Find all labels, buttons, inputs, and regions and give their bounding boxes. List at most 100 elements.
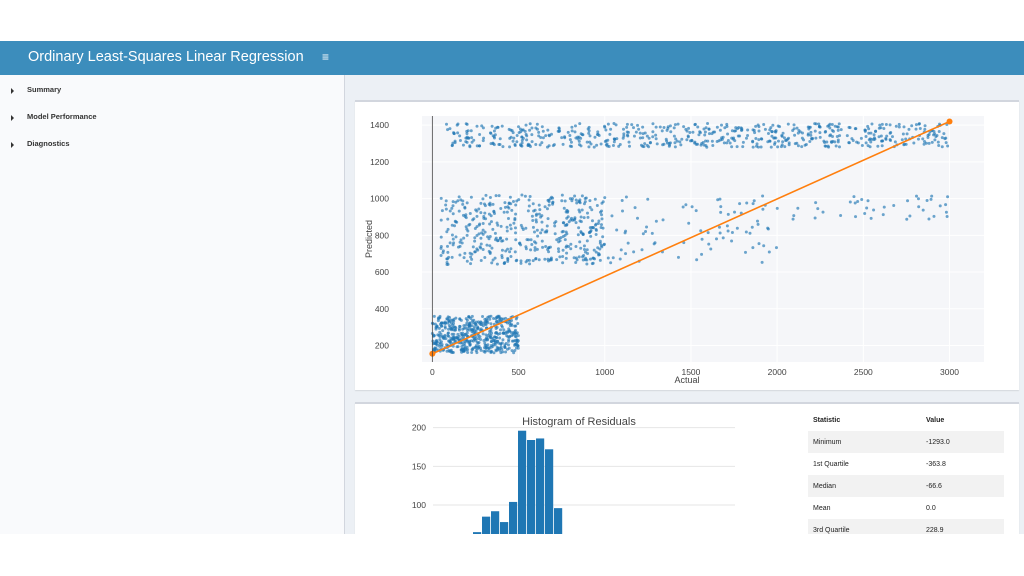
residuals-histogram[interactable]: Histogram of Residuals 100 150 200	[355, 404, 795, 534]
data-point	[933, 138, 937, 142]
data-point	[691, 130, 695, 134]
data-point	[460, 344, 464, 348]
data-point	[643, 142, 647, 146]
data-point	[930, 194, 934, 198]
data-point	[574, 221, 578, 225]
data-point	[869, 140, 873, 144]
caret-right-icon	[11, 115, 14, 121]
histogram-bar	[482, 516, 491, 534]
y-tick-label: 1200	[370, 157, 389, 167]
data-point	[830, 135, 834, 139]
data-point	[835, 135, 839, 139]
data-point	[498, 336, 502, 340]
data-point	[474, 330, 478, 334]
data-point	[553, 232, 557, 236]
data-point	[814, 122, 818, 126]
data-point	[455, 220, 459, 224]
data-point	[662, 126, 666, 130]
sidebar-item-diagnostics[interactable]: Diagnostics	[0, 137, 344, 159]
data-point	[836, 125, 840, 129]
sidebar-item-model-performance[interactable]: Model Performance	[0, 110, 344, 132]
data-point	[448, 339, 452, 343]
data-point	[872, 133, 876, 137]
data-point	[905, 217, 909, 221]
actual-vs-predicted-chart[interactable]: 2004006008001000120014000 500 1000 1500 2000…	[355, 102, 1019, 390]
data-point	[440, 209, 444, 213]
data-point	[923, 124, 927, 128]
data-point	[568, 133, 572, 137]
data-point	[462, 326, 466, 330]
data-point	[594, 228, 598, 232]
data-point	[700, 141, 704, 145]
data-point	[495, 262, 499, 266]
x-tick-label: 1000	[595, 367, 614, 377]
app-window: Ordinary Least-Squares Linear Regression…	[0, 41, 1024, 534]
data-point	[725, 124, 729, 128]
data-point	[568, 197, 572, 201]
data-point	[582, 248, 586, 252]
data-point	[438, 322, 442, 326]
data-point	[604, 139, 608, 143]
data-point	[567, 220, 571, 224]
data-point	[458, 317, 462, 321]
data-point	[718, 231, 722, 235]
data-point	[918, 126, 922, 130]
data-point	[520, 144, 524, 148]
sidebar-item-summary[interactable]: Summary	[0, 83, 344, 105]
data-point	[830, 122, 834, 126]
data-point	[565, 223, 569, 227]
data-point	[690, 205, 694, 209]
column-header-statistic: Statistic	[813, 416, 841, 424]
data-point	[620, 209, 624, 213]
data-point	[504, 350, 508, 354]
data-point	[685, 129, 689, 133]
data-point	[550, 195, 554, 199]
data-point	[603, 125, 607, 129]
data-point	[704, 144, 708, 148]
data-point	[465, 318, 469, 322]
data-point	[787, 141, 791, 145]
hamburger-icon[interactable]: ≡	[322, 49, 336, 65]
data-point	[650, 231, 654, 235]
data-point	[817, 122, 821, 126]
data-point	[541, 245, 545, 249]
data-point	[737, 126, 741, 130]
data-point	[809, 130, 813, 134]
data-point	[735, 145, 739, 149]
data-point	[578, 210, 582, 214]
data-point	[446, 250, 450, 254]
data-point	[718, 128, 722, 132]
data-point	[512, 332, 516, 336]
data-point	[471, 245, 475, 249]
data-point	[524, 260, 528, 264]
data-point	[781, 131, 785, 135]
data-point	[486, 315, 490, 319]
data-point	[483, 256, 487, 260]
data-point	[489, 351, 493, 355]
residuals-box: Histogram of Residuals 100 150 200 Statist…	[355, 402, 1019, 534]
data-point	[508, 223, 512, 227]
data-point	[505, 237, 509, 241]
data-point	[868, 145, 872, 149]
data-point	[493, 335, 497, 339]
data-point	[487, 346, 491, 350]
data-point	[465, 132, 469, 136]
data-point	[596, 130, 600, 134]
data-point	[940, 136, 944, 140]
caret-right-icon	[11, 88, 14, 94]
data-point	[645, 143, 649, 147]
caret-right-icon	[11, 142, 14, 148]
data-point	[474, 336, 478, 340]
data-point	[530, 126, 534, 130]
table-row: 3rd Quartile 228.9	[808, 519, 1004, 534]
data-point	[568, 138, 572, 142]
data-point	[492, 129, 496, 133]
data-point	[888, 138, 892, 142]
histogram-title: Histogram of Residuals	[522, 416, 636, 428]
data-point	[478, 245, 482, 249]
data-point	[888, 123, 892, 127]
data-point	[906, 199, 910, 203]
data-point	[566, 215, 570, 219]
data-point	[486, 235, 490, 239]
data-point	[579, 215, 583, 219]
